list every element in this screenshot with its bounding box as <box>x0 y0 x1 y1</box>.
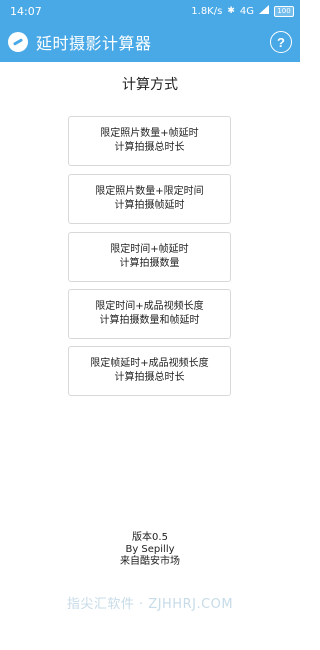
mode-line2: 计算拍摄总时长 <box>114 372 185 383</box>
mode-line1: 限定帧延时+成品视频长度 <box>90 358 209 369</box>
mode-line1: 限定照片数量+限定时间 <box>95 186 204 197</box>
help-button[interactable]: ? <box>270 31 292 53</box>
watermark: 指尖汇软件 · ZJHHRJ.COM <box>66 597 234 612</box>
network-type: 4G <box>239 5 254 17</box>
app-title: 延时摄影计算器 <box>36 34 152 53</box>
battery-indicator: 100 <box>274 5 294 17</box>
footer: 版本0.5 By Sepilly 来自酷安市场 <box>0 532 300 568</box>
mode-line1: 限定时间+成品视频长度 <box>95 301 204 312</box>
mode-line2: 计算拍摄数量 <box>119 258 180 269</box>
mode-button-interval-video[interactable]: 限定帧延时+成品视频长度 计算拍摄总时长 <box>68 346 231 396</box>
help-icon: ? <box>277 34 285 50</box>
mode-line1: 限定时间+帧延时 <box>110 244 189 255</box>
mode-line1: 限定照片数量+帧延时 <box>100 128 199 139</box>
status-bar: 14:07 1.8K/s ✱ 4G 100 <box>0 0 300 22</box>
mode-button-photos-time[interactable]: 限定照片数量+限定时间 计算拍摄帧延时 <box>68 174 231 224</box>
bluetooth-icon: ✱ <box>227 5 235 16</box>
source-text: 来自酷安市场 <box>120 556 180 567</box>
app-logo-icon <box>8 32 28 52</box>
author-text: By Sepilly <box>125 544 175 555</box>
mode-line2: 计算拍摄总时长 <box>114 142 185 153</box>
status-right-group: 1.8K/s ✱ 4G 100 <box>191 5 294 17</box>
app-bar: 延时摄影计算器 ? <box>0 22 300 62</box>
mode-line2: 计算拍摄帧延时 <box>114 200 185 211</box>
section-title: 计算方式 <box>122 77 178 93</box>
status-time: 14:07 <box>10 4 42 18</box>
network-speed: 1.8K/s <box>191 5 223 17</box>
mode-line2: 计算拍摄数量和帧延时 <box>99 315 200 326</box>
version-text: 版本0.5 <box>132 532 168 543</box>
mode-button-time-video[interactable]: 限定时间+成品视频长度 计算拍摄数量和帧延时 <box>68 289 231 339</box>
mode-button-time-interval[interactable]: 限定时间+帧延时 计算拍摄数量 <box>68 232 231 282</box>
mode-button-photos-interval[interactable]: 限定照片数量+帧延时 计算拍摄总时长 <box>68 116 231 166</box>
signal-icon <box>259 5 269 17</box>
